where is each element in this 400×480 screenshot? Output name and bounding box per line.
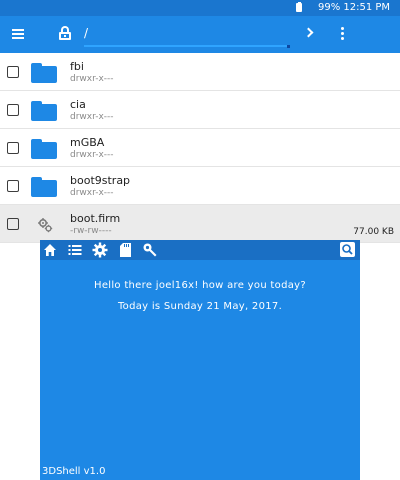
shell-screen: Hello there joel16x! how are you today? …: [40, 240, 360, 480]
gears-icon: [38, 218, 53, 233]
version-text: 3DShell v1.0: [42, 466, 106, 477]
path-underline: [84, 45, 290, 47]
row-checkbox[interactable]: [7, 66, 19, 78]
date-text: Today is Sunday 21 May, 2017.: [117, 301, 283, 312]
home-icon[interactable]: [43, 243, 57, 257]
file-name: boot.firm: [70, 212, 121, 225]
list-icon[interactable]: [68, 243, 82, 257]
status-bar: 99% 12:51 PM: [0, 0, 400, 16]
file-row-cia[interactable]: cia drwxr-x---: [0, 91, 400, 129]
file-row-mgba[interactable]: mGBA drwxr-x---: [0, 129, 400, 167]
greeting-text: Hello there joel16x! how are you today?: [94, 280, 306, 291]
search-icon[interactable]: [340, 242, 355, 257]
file-name: cia: [70, 98, 86, 111]
file-name: mGBA: [70, 136, 105, 149]
file-list: fbi drwxr-x--- cia drwxr-x--- mGBA drwxr…: [0, 53, 400, 243]
file-row-fbi[interactable]: fbi drwxr-x---: [0, 53, 400, 91]
status-text: 99% 12:51 PM: [318, 2, 391, 13]
file-perms: -rw-rw----: [70, 226, 112, 236]
path-cursor: [287, 45, 290, 48]
row-checkbox[interactable]: [7, 142, 19, 154]
file-perms: drwxr-x---: [70, 74, 114, 84]
gear-icon[interactable]: [92, 242, 108, 258]
file-perms: drwxr-x---: [70, 112, 114, 122]
file-size: 77.00 KB: [353, 227, 394, 237]
folder-icon: [31, 177, 57, 197]
file-name: fbi: [70, 60, 84, 73]
row-checkbox[interactable]: [7, 180, 19, 192]
lock-icon[interactable]: [59, 26, 71, 40]
folder-icon: [31, 139, 57, 159]
chevron-right-icon[interactable]: [303, 27, 314, 38]
sdcard-icon[interactable]: [120, 243, 131, 257]
folder-icon: [31, 101, 57, 121]
toolbar: /: [0, 16, 400, 53]
row-checkbox[interactable]: [7, 104, 19, 116]
battery-icon: [296, 1, 302, 12]
shell-toolbar: [40, 240, 360, 260]
file-name: boot9strap: [70, 174, 131, 187]
folder-icon: [31, 63, 57, 83]
row-checkbox[interactable]: [7, 218, 19, 230]
file-row-boot-firm[interactable]: boot.firm -rw-rw---- 77.00 KB: [0, 205, 400, 243]
file-perms: drwxr-x---: [70, 188, 114, 198]
more-vert-icon[interactable]: [341, 27, 345, 41]
menu-icon[interactable]: [12, 29, 24, 39]
wrench-icon[interactable]: [143, 243, 157, 257]
file-perms: drwxr-x---: [70, 150, 114, 160]
path-input[interactable]: /: [84, 26, 88, 40]
file-row-boot9strap[interactable]: boot9strap drwxr-x---: [0, 167, 400, 205]
